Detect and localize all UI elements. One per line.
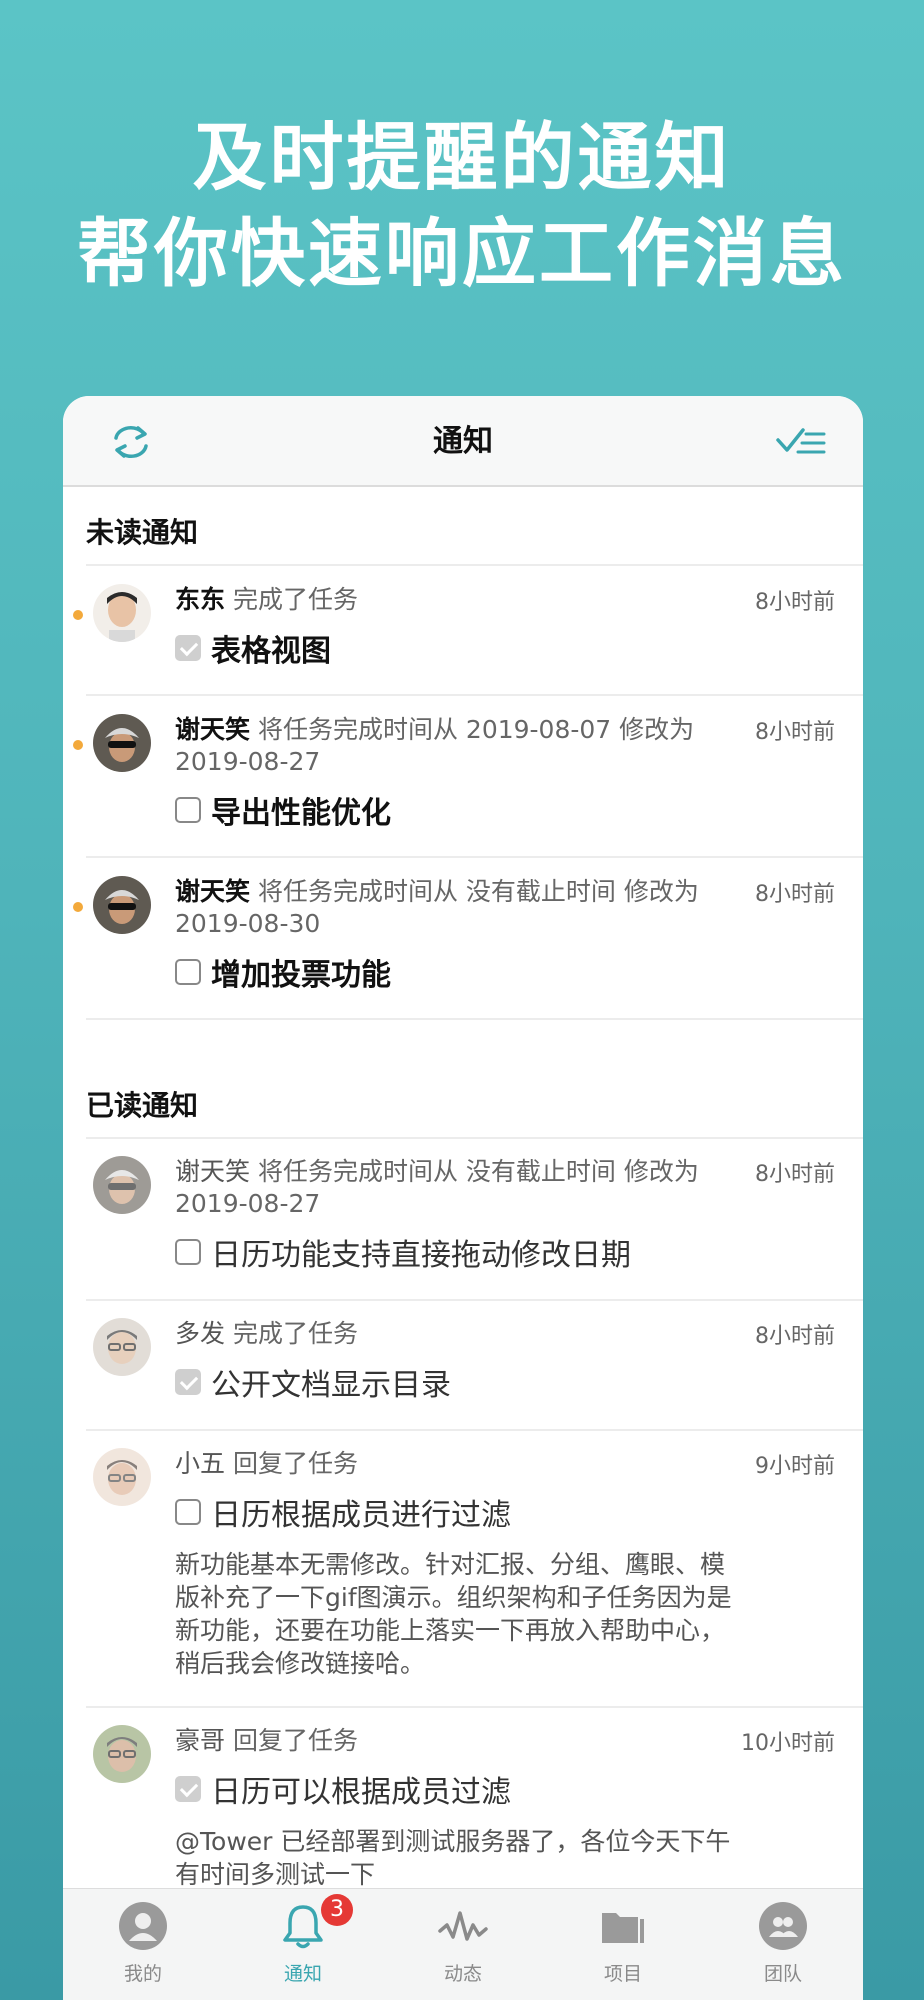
avatar[interactable] bbox=[93, 1318, 151, 1376]
timestamp: 10小时前 bbox=[741, 1731, 835, 1756]
task-title: 增加投票功能 bbox=[211, 958, 391, 993]
action-text: 回复了任务 bbox=[225, 1726, 358, 1755]
phone-screen: 通知 未读通知 东东 完成了任务 表格视图 8小时前 谢天笑 将任务完成时间从 … bbox=[63, 396, 863, 2000]
tab-team[interactable]: 团队 bbox=[703, 1889, 863, 2000]
tab-projects[interactable]: 项目 bbox=[543, 1889, 703, 2000]
avatar[interactable] bbox=[93, 1725, 151, 1783]
task-row[interactable]: 导出性能优化 bbox=[175, 788, 745, 832]
tab-activity[interactable]: 动态 bbox=[383, 1889, 543, 2000]
unread-dot bbox=[73, 902, 83, 912]
task-row[interactable]: 增加投票功能 bbox=[175, 950, 745, 994]
task-checkbox[interactable] bbox=[175, 1369, 201, 1395]
timestamp: 8小时前 bbox=[755, 882, 835, 907]
avatar[interactable] bbox=[93, 876, 151, 934]
task-title: 日历可以根据成员过滤 bbox=[211, 1775, 511, 1810]
tab-label: 项目 bbox=[603, 1963, 642, 1985]
divider bbox=[86, 564, 863, 566]
task-row[interactable]: 日历根据成员进行过滤 bbox=[175, 1490, 745, 1534]
divider bbox=[86, 1018, 863, 1020]
timestamp: 8小时前 bbox=[755, 1162, 835, 1187]
divider bbox=[86, 694, 863, 696]
action-text: 完成了任务 bbox=[225, 1319, 358, 1348]
actor-name[interactable]: 谢天笑 bbox=[175, 715, 250, 744]
task-checkbox[interactable] bbox=[175, 797, 201, 823]
team-icon bbox=[759, 1902, 807, 1950]
avatar[interactable] bbox=[93, 714, 151, 772]
divider bbox=[86, 1706, 863, 1708]
timestamp: 9小时前 bbox=[755, 1454, 835, 1479]
timestamp: 8小时前 bbox=[755, 1324, 835, 1349]
unread-dot bbox=[73, 610, 83, 620]
hero-line-2: 帮你快速响应工作消息 bbox=[77, 211, 847, 297]
task-title: 公开文档显示目录 bbox=[211, 1368, 451, 1403]
task-checkbox[interactable] bbox=[175, 635, 201, 661]
task-title: 导出性能优化 bbox=[211, 796, 391, 831]
action-text: 将任务完成时间从 2019-08-07 修改为 2019-08-27 bbox=[175, 715, 695, 776]
divider bbox=[86, 856, 863, 858]
section-title-read: 已读通知 bbox=[86, 1089, 199, 1122]
task-row[interactable]: 日历功能支持直接拖动修改日期 bbox=[175, 1230, 745, 1274]
task-row[interactable]: 公开文档显示目录 bbox=[175, 1360, 745, 1404]
avatar[interactable] bbox=[93, 1156, 151, 1214]
tab-label: 团队 bbox=[763, 1963, 802, 1985]
actor-name[interactable]: 小五 bbox=[175, 1449, 225, 1478]
activity-icon bbox=[438, 1911, 488, 1941]
timestamp: 8小时前 bbox=[755, 720, 835, 745]
mark-all-read-icon[interactable] bbox=[776, 424, 828, 460]
task-checkbox[interactable] bbox=[175, 1499, 201, 1525]
actor-name[interactable]: 豪哥 bbox=[175, 1726, 225, 1755]
hero-heading: 及时提醒的通知 帮你快速响应工作消息 bbox=[0, 110, 924, 302]
action-text: 回复了任务 bbox=[225, 1449, 358, 1478]
action-text: 完成了任务 bbox=[225, 585, 358, 614]
actor-name[interactable]: 谢天笑 bbox=[175, 877, 250, 906]
comment-text: 新功能基本无需修改。针对汇报、分组、鹰眼、模版补充了一下gif图演示。组织架构和… bbox=[175, 1550, 732, 1678]
action-text: 将任务完成时间从 没有截止时间 修改为 2019-08-30 bbox=[175, 877, 699, 938]
avatar[interactable] bbox=[93, 1448, 151, 1506]
tab-label: 动态 bbox=[443, 1963, 482, 1985]
task-checkbox[interactable] bbox=[175, 1776, 201, 1802]
tab-label: 通知 bbox=[283, 1963, 322, 1985]
action-text: 将任务完成时间从 没有截止时间 修改为 2019-08-27 bbox=[175, 1157, 699, 1218]
divider bbox=[86, 1429, 863, 1431]
actor-name[interactable]: 东东 bbox=[175, 585, 225, 614]
navigation-bar: 通知 bbox=[63, 396, 863, 487]
task-title: 日历功能支持直接拖动修改日期 bbox=[211, 1238, 631, 1273]
task-row[interactable]: 表格视图 bbox=[175, 626, 745, 670]
actor-name[interactable]: 谢天笑 bbox=[175, 1157, 250, 1186]
task-title: 表格视图 bbox=[211, 634, 331, 669]
tab-label: 我的 bbox=[123, 1963, 162, 1985]
notification-badge: 3 bbox=[321, 1894, 353, 1926]
task-checkbox[interactable] bbox=[175, 1239, 201, 1265]
tab-mine[interactable]: 我的 bbox=[63, 1889, 223, 2000]
comment-text: @Tower 已经部署到测试服务器了，各位今天下午有时间多测试一下 bbox=[175, 1827, 731, 1889]
tab-bar: 我的 3 通知 动态 项目 团队 bbox=[63, 1888, 863, 2000]
task-checkbox[interactable] bbox=[175, 959, 201, 985]
profile-icon bbox=[119, 1902, 167, 1950]
hero-line-1: 及时提醒的通知 bbox=[192, 115, 732, 201]
task-title: 日历根据成员进行过滤 bbox=[211, 1498, 511, 1533]
unread-dot bbox=[73, 740, 83, 750]
timestamp: 8小时前 bbox=[755, 590, 835, 615]
avatar[interactable] bbox=[93, 584, 151, 642]
divider bbox=[86, 1137, 863, 1139]
tab-notifications[interactable]: 3 通知 bbox=[223, 1889, 383, 2000]
divider bbox=[86, 1299, 863, 1301]
folder-icon bbox=[602, 1913, 644, 1943]
actor-name[interactable]: 多发 bbox=[175, 1319, 225, 1348]
section-title-unread: 未读通知 bbox=[86, 516, 199, 549]
page-title: 通知 bbox=[433, 424, 493, 459]
task-row[interactable]: 日历可以根据成员过滤 bbox=[175, 1767, 745, 1811]
